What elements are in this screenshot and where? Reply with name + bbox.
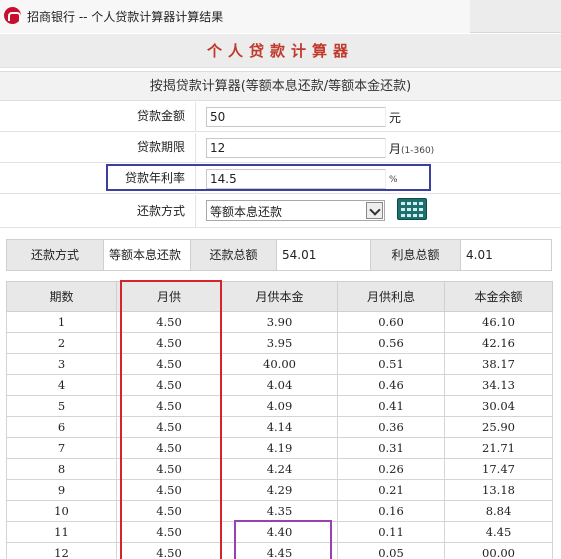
- loan-term-label: 贷款期限: [0, 133, 196, 162]
- table-row: 10 4.50 4.35 0.16 8.84: [6, 500, 553, 522]
- table-row: 1 4.50 3.90 0.60 46.10: [6, 311, 553, 333]
- cell-period: 4: [6, 374, 117, 396]
- page-header: 个人贷款计算器: [0, 34, 561, 68]
- table-row: 2 4.50 3.95 0.56 42.16: [6, 332, 553, 354]
- summary-method-label: 还款方式: [7, 240, 104, 270]
- loan-term-input[interactable]: [206, 138, 386, 158]
- loan-term-row: 贷款期限 月(1-360): [0, 133, 561, 163]
- monthly-payment-highlight: [120, 280, 222, 559]
- cell-principal: 4.24: [221, 458, 338, 480]
- loan-term-unit: 月(1-360): [389, 142, 435, 156]
- cell-principal: 4.04: [221, 374, 338, 396]
- cell-balance: 30.04: [444, 395, 553, 417]
- loan-amount-row: 贷款金额 元: [0, 102, 561, 132]
- table-row: 8 4.50 4.24 0.26 17.47: [6, 458, 553, 480]
- browser-tab[interactable]: 招商银行 -- 个人贷款计算器计算结果: [0, 0, 470, 33]
- interest-rate-highlight: [106, 164, 431, 191]
- cell-period: 9: [6, 479, 117, 501]
- table-row: 9 4.50 4.29 0.21 13.18: [6, 479, 553, 501]
- cell-principal: 4.14: [221, 416, 338, 438]
- table-row: 3 4.50 40.00 0.51 38.17: [6, 353, 553, 375]
- header-interest: 月供利息: [337, 281, 445, 312]
- table-row: 4 4.50 4.04 0.46 34.13: [6, 374, 553, 396]
- cell-period: 1: [6, 311, 117, 333]
- cell-interest: 0.21: [337, 479, 445, 501]
- cell-principal: 3.90: [221, 311, 338, 333]
- cell-balance: 4.45: [444, 521, 553, 543]
- cell-principal: 4.09: [221, 395, 338, 417]
- cell-interest: 0.51: [337, 353, 445, 375]
- calculator-heading: 按揭贷款计算器(等额本息还款/等额本金还款): [0, 71, 561, 101]
- header-principal: 月供本金: [221, 281, 338, 312]
- header-period: 期数: [6, 281, 117, 312]
- cell-period: 12: [6, 542, 117, 559]
- cell-principal: 4.29: [221, 479, 338, 501]
- cell-interest: 0.11: [337, 521, 445, 543]
- cell-balance: 34.13: [444, 374, 553, 396]
- cell-period: 11: [6, 521, 117, 543]
- header-balance: 本金余额: [444, 281, 553, 312]
- cell-principal: 40.00: [221, 353, 338, 375]
- repayment-schedule-table: 期数 月供 月供本金 月供利息 本金余额 1 4.50 3.90 0.60 46.10 2…: [6, 281, 553, 559]
- repayment-method-select[interactable]: 等额本息还款: [206, 200, 385, 221]
- cell-principal: 4.35: [221, 500, 338, 522]
- cell-balance: 00.00: [444, 542, 553, 559]
- cell-period: 3: [6, 353, 117, 375]
- summary-total-label: 还款总额: [191, 240, 277, 270]
- table-row: 7 4.50 4.19 0.31 21.71: [6, 437, 553, 459]
- cell-period: 2: [6, 332, 117, 354]
- cell-interest: 0.16: [337, 500, 445, 522]
- summary-interest-label: 利息总额: [371, 240, 461, 270]
- cell-period: 10: [6, 500, 117, 522]
- loan-amount-label: 贷款金额: [0, 102, 196, 131]
- calculator-icon[interactable]: [397, 198, 427, 220]
- cell-balance: 25.90: [444, 416, 553, 438]
- repayment-method-label: 还款方式: [0, 195, 196, 227]
- cell-balance: 21.71: [444, 437, 553, 459]
- cell-balance: 13.18: [444, 479, 553, 501]
- window-titlebar: 招商银行 -- 个人贷款计算器计算结果: [0, 0, 561, 33]
- cell-interest: 0.05: [337, 542, 445, 559]
- cell-interest: 0.46: [337, 374, 445, 396]
- page-title: 个人贷款计算器: [206, 42, 354, 60]
- result-summary: 还款方式 等额本息还款 还款总额 54.01 利息总额 4.01: [6, 239, 552, 271]
- table-row: 5 4.50 4.09 0.41 30.04: [6, 395, 553, 417]
- summary-total-value: 54.01: [277, 240, 371, 270]
- cell-interest: 0.60: [337, 311, 445, 333]
- repayment-method-value: 等额本息还款: [210, 205, 283, 219]
- cell-period: 7: [6, 437, 117, 459]
- summary-method-value: 等额本息还款: [104, 240, 191, 270]
- chevron-down-icon[interactable]: [366, 202, 383, 219]
- cell-balance: 17.47: [444, 458, 553, 480]
- window-title: 招商银行 -- 个人贷款计算器计算结果: [27, 10, 224, 24]
- cell-interest: 0.56: [337, 332, 445, 354]
- cmb-logo-icon: [4, 7, 21, 24]
- cell-period: 8: [6, 458, 117, 480]
- cell-balance: 42.16: [444, 332, 553, 354]
- loan-amount-unit: 元: [389, 111, 402, 125]
- cell-interest: 0.36: [337, 416, 445, 438]
- summary-interest-value: 4.01: [461, 240, 551, 270]
- cell-interest: 0.26: [337, 458, 445, 480]
- cell-balance: 46.10: [444, 311, 553, 333]
- cell-principal: 4.19: [221, 437, 338, 459]
- cell-principal: 3.95: [221, 332, 338, 354]
- cell-period: 6: [6, 416, 117, 438]
- table-header-row: 期数 月供 月供本金 月供利息 本金余额: [6, 281, 553, 312]
- cell-balance: 38.17: [444, 353, 553, 375]
- cell-interest: 0.31: [337, 437, 445, 459]
- cell-interest: 0.41: [337, 395, 445, 417]
- cell-period: 5: [6, 395, 117, 417]
- principal-highlight: [234, 520, 332, 559]
- cell-balance: 8.84: [444, 500, 553, 522]
- loan-amount-input[interactable]: [206, 107, 386, 127]
- table-row: 6 4.50 4.14 0.36 25.90: [6, 416, 553, 438]
